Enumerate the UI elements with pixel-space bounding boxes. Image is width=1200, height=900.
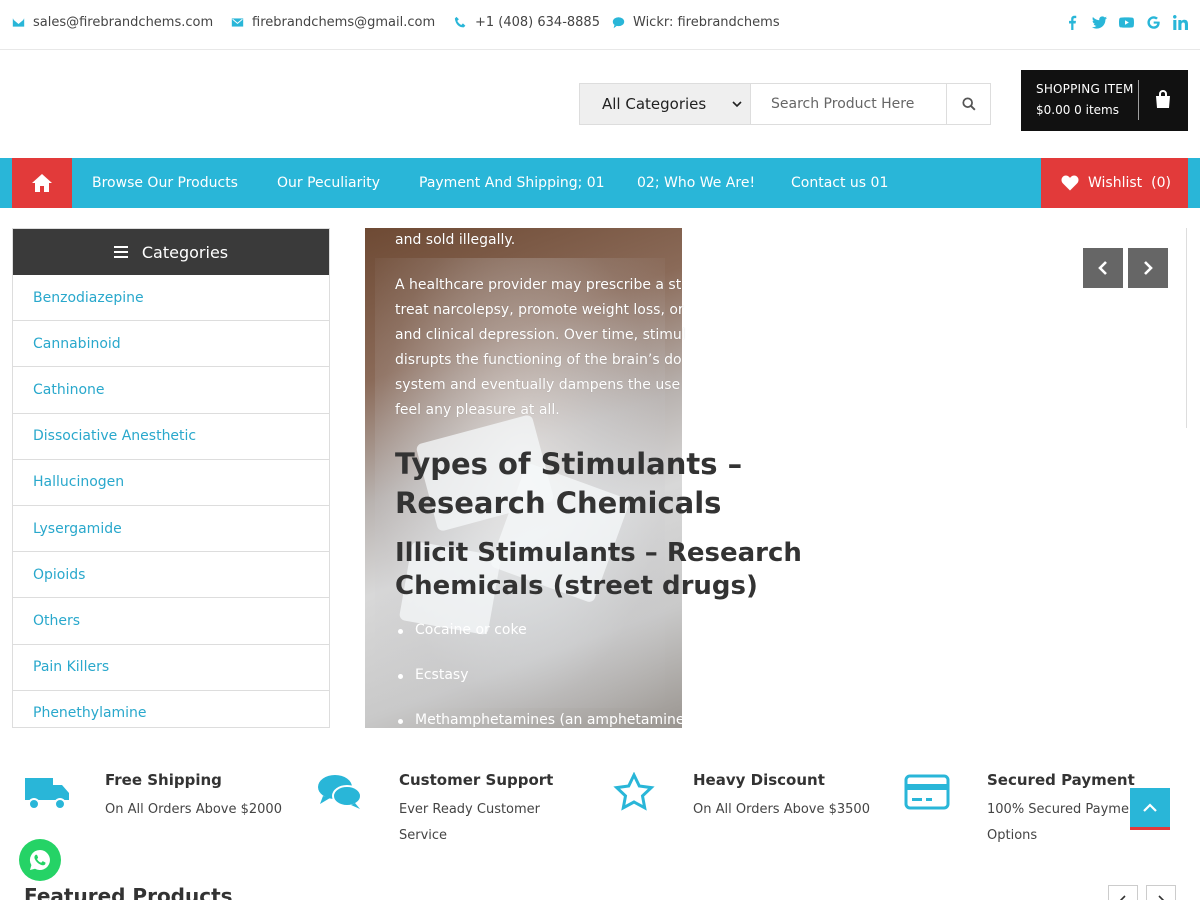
feature-title: Secured Payment (987, 771, 1135, 789)
search-input[interactable] (751, 84, 946, 124)
category-item-opioids[interactable]: Opioids (13, 552, 329, 599)
list-item: Methamphetamines (an amphetamine (397, 712, 685, 757)
linkedin-icon[interactable] (1172, 14, 1188, 30)
chevron-right-icon (1158, 895, 1165, 900)
phone-text: +1 (408) 634-8885 (475, 15, 600, 30)
nav-who-we-are[interactable]: 02; Who We Are! (637, 175, 755, 191)
nav-our-peculiarity[interactable]: Our Peculiarity (277, 175, 380, 191)
google-icon[interactable] (1145, 14, 1161, 30)
categories-sidebar: Categories Benzodiazepine Cannabinoid Ca… (12, 228, 330, 728)
top-contact-bar: sales@firebrandchems.com firebrandchems@… (0, 0, 1200, 50)
social-links (1064, 14, 1188, 30)
home-icon (32, 174, 52, 192)
chevron-right-icon (1144, 261, 1153, 275)
search-button[interactable] (946, 84, 990, 124)
contact-gmail-email[interactable]: firebrandchems@gmail.com (231, 15, 435, 30)
category-select-value: All Categories (602, 95, 707, 113)
article-line: treat narcolepsy, promote weight loss, o… (395, 302, 684, 318)
nav-payment-shipping[interactable]: Payment And Shipping; 01 (419, 175, 605, 191)
nav-contact-us[interactable]: Contact us 01 (791, 175, 888, 191)
cart-divider (1138, 80, 1139, 120)
sales-email-text: sales@firebrandchems.com (33, 15, 214, 30)
featured-prev-button[interactable] (1108, 885, 1138, 900)
feature-title: Heavy Discount (693, 771, 825, 789)
article-line: and sold illegally. (395, 232, 516, 248)
article-line: system and eventually dampens the use (395, 377, 681, 393)
list-item: Ecstasy (397, 667, 685, 712)
slider-border (1186, 228, 1187, 428)
article-line: and clinical depression. Over time, stim… (395, 327, 686, 343)
gmail-email-text: firebrandchems@gmail.com (252, 15, 436, 30)
category-item-dissociative-anesthetic[interactable]: Dissociative Anesthetic (13, 414, 329, 460)
category-item-cathinone[interactable]: Cathinone (13, 367, 329, 414)
slider-prev-button[interactable] (1083, 248, 1123, 288)
chevron-up-icon (1143, 802, 1157, 812)
category-item-benzodiazepine[interactable]: Benzodiazepine (13, 275, 329, 322)
envelope-icon (12, 18, 25, 27)
feature-desc: On All Orders Above $2000 (105, 802, 282, 817)
truck-icon (22, 770, 72, 814)
whatsapp-icon (30, 850, 50, 870)
heart-icon (1061, 175, 1079, 191)
cart-title: SHOPPING ITEM (1036, 82, 1134, 96)
contact-wickr[interactable]: Wickr: firebrandchems (612, 15, 780, 30)
article-line: A healthcare provider may prescribe a st (395, 277, 682, 293)
categories-header[interactable]: Categories (13, 229, 329, 275)
category-item-hallucinogen[interactable]: Hallucinogen (13, 460, 329, 506)
feature-desc: Ever Ready Customer Service (399, 802, 541, 843)
credit-card-icon (902, 770, 952, 814)
featured-next-button[interactable] (1146, 885, 1176, 900)
home-button[interactable] (12, 158, 72, 208)
wishlist-button[interactable]: Wishlist (0) (1041, 158, 1188, 208)
slider-next-button[interactable] (1128, 248, 1168, 288)
shopping-bag-icon (1153, 89, 1173, 109)
star-icon (609, 770, 659, 814)
category-item-others[interactable]: Others (13, 598, 329, 645)
chevron-left-icon (1098, 261, 1107, 275)
featured-products-heading: Featured Products (24, 884, 233, 900)
feature-desc: On All Orders Above $3500 (693, 802, 870, 817)
category-item-phenethylamine[interactable]: Phenethylamine (13, 691, 329, 727)
menu-icon (113, 246, 128, 258)
youtube-icon[interactable] (1118, 14, 1134, 30)
wishlist-count: (0) (1151, 175, 1171, 191)
whatsapp-button[interactable] (19, 839, 61, 881)
article-line: feel any pleasure at all. (395, 402, 560, 418)
search-bar: All Categories (579, 83, 991, 125)
main-navigation: Browse Our Products Our Peculiarity Paym… (0, 158, 1200, 208)
stimulant-list: Cocaine or coke Ecstasy Methamphetamines… (397, 622, 685, 757)
envelope-icon (231, 18, 244, 27)
categories-heading: Categories (141, 242, 229, 262)
phone-icon (454, 16, 466, 28)
contact-sales-email[interactable]: sales@firebrandchems.com (12, 15, 213, 30)
category-item-pain-killers[interactable]: Pain Killers (13, 645, 329, 691)
article-heading-types: Types of Stimulants – Research Chemicals (395, 447, 743, 520)
feature-title: Customer Support (399, 771, 554, 789)
chevron-left-icon (1119, 895, 1126, 900)
category-item-cannabinoid[interactable]: Cannabinoid (13, 321, 329, 368)
article-text: and sold illegally. A healthcare provide… (395, 228, 795, 423)
list-item: Cocaine or coke (397, 622, 685, 667)
back-to-top-button[interactable] (1130, 788, 1170, 830)
search-icon (961, 97, 976, 111)
chat-icon (315, 770, 365, 814)
feature-title: Free Shipping (105, 771, 222, 789)
wishlist-label: Wishlist (1088, 175, 1143, 191)
nav-browse-products[interactable]: Browse Our Products (92, 175, 238, 191)
chevron-down-icon (732, 101, 742, 108)
cart-amount: $0.00 0 items (1036, 103, 1119, 117)
twitter-icon[interactable] (1091, 14, 1107, 30)
wickr-text: Wickr: firebrandchems (633, 15, 780, 30)
category-select[interactable]: All Categories (580, 84, 751, 124)
comment-icon (612, 17, 625, 29)
contact-phone[interactable]: +1 (408) 634-8885 (454, 15, 600, 30)
article-heading-illicit: Illicit Stimulants – Research Chemicals … (395, 538, 802, 601)
article-line: disrupts the functioning of the brain’s … (395, 352, 682, 368)
category-item-lysergamide[interactable]: Lysergamide (13, 506, 329, 553)
facebook-icon[interactable] (1064, 14, 1080, 30)
shopping-cart-button[interactable]: SHOPPING ITEM $0.00 0 items (1021, 70, 1188, 131)
